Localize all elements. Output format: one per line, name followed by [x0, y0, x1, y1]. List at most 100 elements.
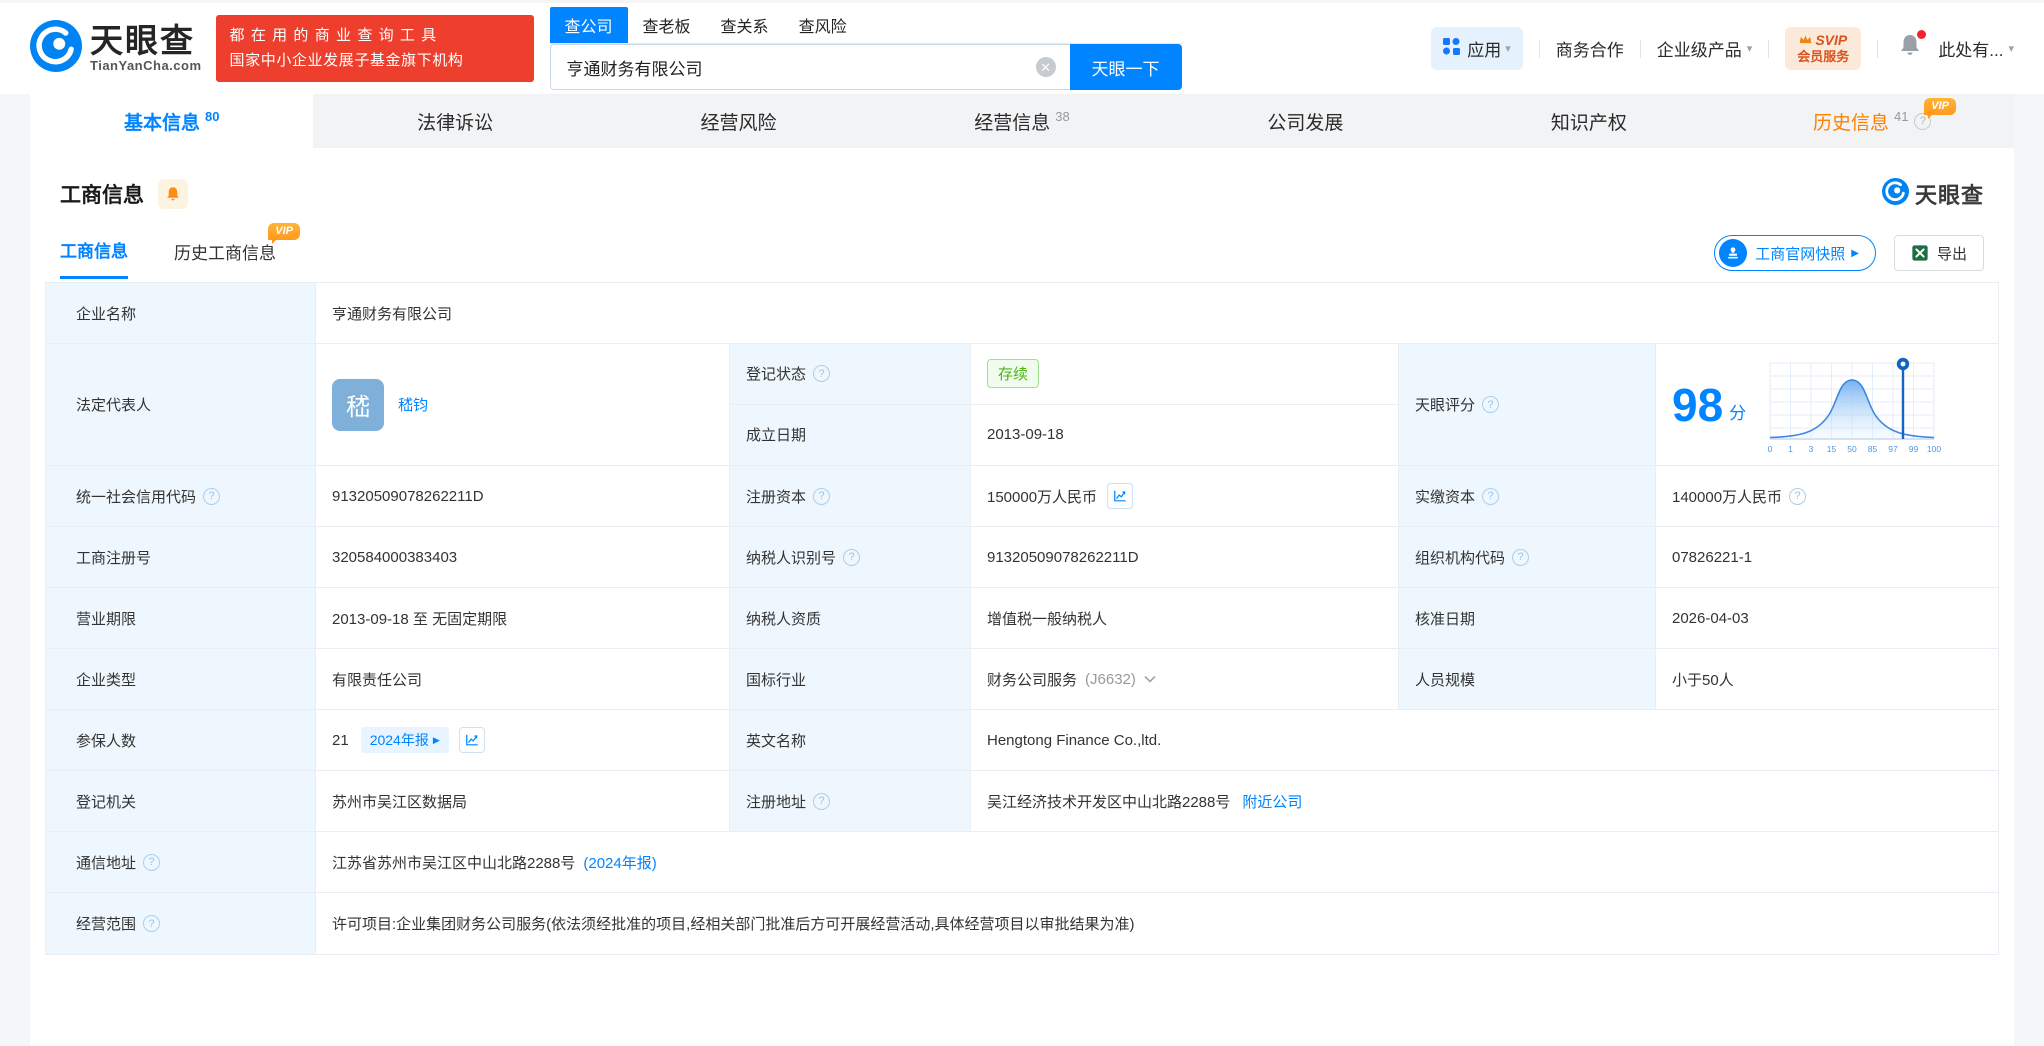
business-scope-value: 许可项目:企业集团财务公司服务(依法须经批准的项目,经相关部门批准后方可开展经营…: [332, 916, 1135, 933]
legal-rep-link[interactable]: 嵇钧: [398, 394, 428, 415]
company-name-value: 亨通财务有限公司: [332, 305, 453, 323]
apps-menu-label: 应用: [1467, 41, 1502, 60]
english-name-value: Hengtong Finance Co.,ltd.: [987, 731, 1162, 749]
search-tab-company[interactable]: 查公司: [549, 7, 628, 43]
play-icon: ▶: [1851, 247, 1859, 259]
divider: [1768, 39, 1770, 58]
svg-text:1: 1: [1788, 444, 1793, 454]
crown-icon: [1799, 32, 1812, 50]
score-value: 98 分 0 1 3 15 50 85 97 99 100: [1656, 344, 1998, 465]
staff-size-label: 人员规模: [1399, 649, 1656, 709]
help-icon[interactable]: ?: [813, 792, 831, 810]
score-distribution-chart: 0 1 3 15 50 85 97 99 100: [1768, 357, 1942, 454]
reg-capital-text: 150000万人民币: [987, 488, 1098, 506]
promo-banner[interactable]: 都在用的商业查询工具 国家中小企业发展子基金旗下机构: [215, 14, 534, 83]
promo-line2: 国家中小企业发展子基金旗下机构: [229, 51, 464, 69]
mail-annual-report-link[interactable]: (2024年报): [583, 852, 656, 873]
company-type-value: 有限责任公司: [316, 649, 730, 709]
subtab-business-info[interactable]: 工商信息: [60, 237, 128, 279]
help-icon[interactable]: ?: [143, 915, 161, 932]
menu-item-enterprise[interactable]: 企业级产品 ▾: [1657, 36, 1753, 61]
reg-capital-value: 150000万人民币: [971, 466, 1399, 526]
export-label: 导出: [1936, 245, 1967, 263]
score-label: 天眼评分 ?: [1399, 344, 1656, 465]
tab-label: 基本信息: [123, 112, 200, 134]
watermark-text: 天眼查: [1914, 183, 1984, 208]
search-tab-boss[interactable]: 查老板: [628, 7, 706, 43]
chevron-down-icon: ▾: [1746, 43, 1753, 55]
tab-label: 公司发展: [1267, 112, 1344, 134]
capital-trend-icon[interactable]: [1107, 483, 1134, 509]
chevron-down-icon: ▾: [1505, 43, 1511, 55]
tianyancha-logo[interactable]: 天眼查 TianYanCha.com: [30, 20, 202, 77]
insured-trend-icon[interactable]: [458, 727, 485, 753]
tab-operation-info[interactable]: 经营信息 38: [880, 94, 1163, 148]
svg-text:0: 0: [1768, 444, 1773, 454]
svg-text:50: 50: [1847, 444, 1857, 454]
apps-menu-button[interactable]: 应用 ▾: [1431, 27, 1523, 70]
annual-report-tag-label: 2024年报: [369, 732, 429, 748]
notification-bell-icon[interactable]: [1898, 30, 1927, 64]
svg-text:3: 3: [1809, 444, 1814, 454]
tab-legal-litigation[interactable]: 法律诉讼: [313, 94, 596, 148]
help-icon[interactable]: ?: [143, 853, 161, 871]
search-tabs: 查公司 查老板 查关系 查风险: [549, 7, 1182, 44]
tab-basic-info[interactable]: 基本信息 80: [30, 94, 314, 148]
vip-badge: VIP: [1924, 98, 1956, 120]
industry-code: (J6632): [1085, 670, 1136, 688]
score-label-text: 天眼评分: [1415, 397, 1476, 414]
reg-status-label-text: 登记状态: [746, 366, 807, 384]
tab-operation-risk[interactable]: 经营风险: [597, 94, 880, 148]
credit-code-label-text: 统一社会信用代码: [76, 488, 197, 506]
nearby-companies-link[interactable]: 附近公司: [1242, 791, 1302, 812]
search-input[interactable]: [549, 44, 1070, 90]
address-value: 吴江经济技术开发区中山北路2288号 附近公司: [971, 771, 1998, 831]
menu-item-business[interactable]: 商务合作: [1556, 36, 1624, 61]
subscribe-bell-icon[interactable]: [158, 179, 188, 209]
search-tab-risk[interactable]: 查风险: [784, 7, 862, 43]
menu-item-enterprise-label: 企业级产品: [1656, 41, 1742, 60]
table-row: 经营范围 ? 许可项目:企业集团财务公司服务(依法须经批准的项目,经相关部门批准…: [46, 893, 1998, 954]
official-snapshot-button[interactable]: 工商官网快照 ▶: [1714, 235, 1876, 271]
tab-intellectual-property[interactable]: 知识产权: [1447, 94, 1730, 148]
mail-address-label: 通信地址 ?: [46, 832, 316, 892]
help-icon[interactable]: ?: [843, 548, 861, 566]
svip-member-button[interactable]: SVIP 会员服务: [1785, 26, 1862, 71]
tab-company-development[interactable]: 公司发展: [1164, 94, 1447, 148]
table-row: 通信地址 ? 江苏省苏州市吴江区中山北路2288号 (2024年报): [46, 832, 1998, 893]
chevron-down-icon[interactable]: [1144, 675, 1156, 683]
help-icon[interactable]: ?: [1789, 487, 1807, 505]
logo-title: 天眼查: [90, 21, 195, 59]
table-row: 工商注册号 320584000383403 纳税人识别号 ? 913205090…: [46, 527, 1998, 588]
org-code-label-text: 组织机构代码: [1415, 549, 1506, 567]
help-icon[interactable]: ?: [203, 487, 221, 505]
search-tab-relation[interactable]: 查关系: [706, 7, 784, 43]
help-icon[interactable]: ?: [1482, 396, 1500, 413]
mail-address-label-text: 通信地址: [76, 854, 137, 872]
insured-count-label: 参保人数: [46, 710, 316, 770]
help-icon[interactable]: ?: [813, 365, 831, 383]
org-code-label: 组织机构代码 ?: [1399, 527, 1656, 587]
tab-count: 41: [1894, 108, 1909, 124]
tab-history-info[interactable]: 历史信息 41 ? VIP: [1731, 94, 2014, 148]
help-icon[interactable]: ?: [1512, 548, 1530, 566]
section-title: 工商信息: [60, 184, 144, 207]
export-button[interactable]: 导出: [1893, 235, 1984, 271]
help-icon[interactable]: ?: [1482, 487, 1500, 505]
subtab-history-business-info[interactable]: 历史工商信息 VIP: [174, 222, 300, 278]
search-button[interactable]: 天眼一下: [1069, 44, 1182, 90]
taxpayer-id-value: 91320509078262211D: [971, 527, 1399, 587]
paid-capital-value: 140000万人民币 ?: [1656, 466, 1998, 526]
legal-rep-avatar[interactable]: 嵇: [332, 378, 384, 431]
tab-label: 知识产权: [1550, 112, 1627, 134]
credit-code-label: 统一社会信用代码 ?: [46, 466, 316, 526]
annual-report-tag[interactable]: 2024年报 ▶: [360, 727, 449, 753]
table-row: 统一社会信用代码 ? 91320509078262211D 注册资本 ? 150…: [46, 466, 1998, 527]
reg-status-label: 登记状态 ?: [730, 344, 971, 404]
clear-icon[interactable]: ✕: [1035, 57, 1056, 77]
help-icon[interactable]: ?: [813, 487, 831, 505]
menu-item-more[interactable]: 此处有... ▾: [1938, 36, 2014, 61]
company-type-label: 企业类型: [46, 649, 316, 709]
business-info-card: 工商信息 天眼查 工商信息 历史工商信息 VIP 工商官网快照 ▶ 导出 企业名…: [30, 148, 2014, 1046]
industry-value: 财务公司服务 (J6632): [971, 649, 1399, 709]
